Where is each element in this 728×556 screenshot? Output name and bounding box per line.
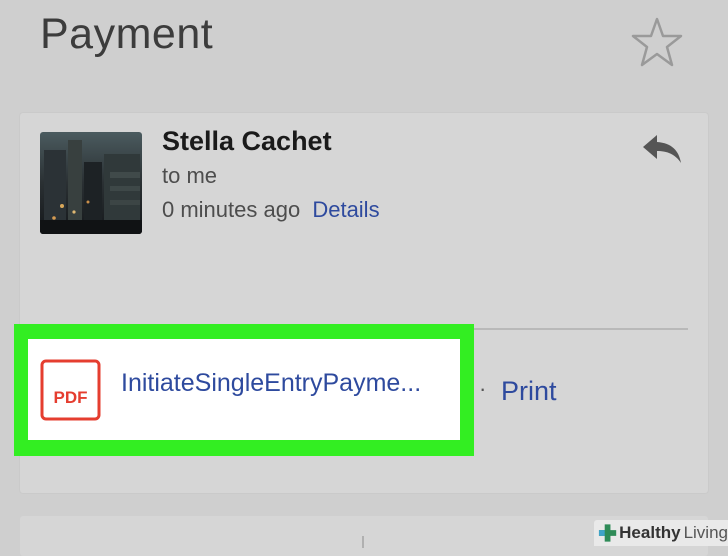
pdf-icon-label: PDF [54,388,88,407]
healthy-living-cross-icon [598,524,617,542]
separator-dot: · [479,376,487,401]
print-link[interactable]: Print [501,376,557,407]
details-link[interactable]: Details [312,197,379,222]
attachment-item[interactable]: PDF InitiateSingleEntryPayme... [28,339,460,440]
avatar[interactable] [40,132,142,234]
recipient-label: to me [162,163,218,188]
watermark-brand-bold: Healthy [619,523,681,542]
message-meta: 0 minutes ago Details [162,197,380,223]
next-card-divider [362,536,364,548]
sender-name: Stella Cachet [162,126,332,156]
star-outline-icon[interactable] [630,16,684,68]
reply-icon[interactable] [640,132,684,166]
page-title: Payment [40,10,214,58]
watermark-brand-light: Living [683,523,728,542]
attachment-filename[interactable]: InitiateSingleEntryPayme... [121,369,454,398]
pdf-icon: PDF [40,359,101,421]
timestamp: 0 minutes ago [162,197,301,222]
watermark: Healthy Living [594,520,728,546]
